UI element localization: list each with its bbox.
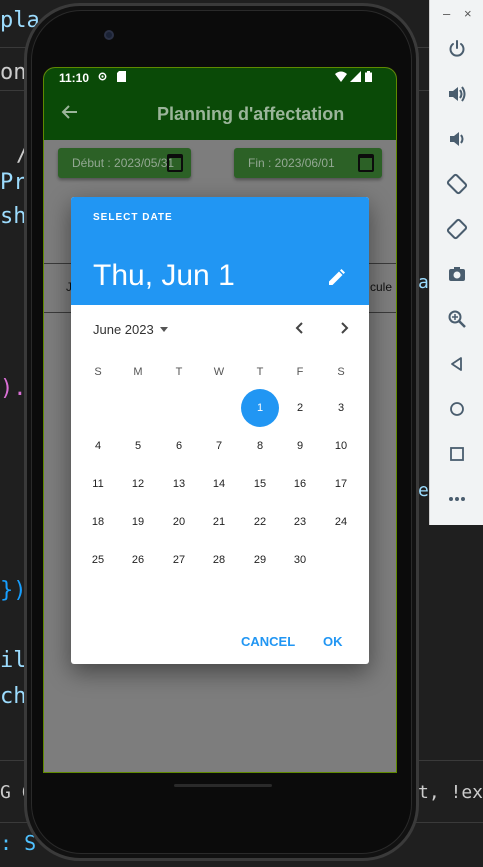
calendar-day[interactable]: 16 <box>281 465 319 503</box>
start-date-label: Début : 2023/05/31 <box>72 156 175 170</box>
ide-code-line: Pr <box>0 170 27 195</box>
ide-right-fragment: e <box>418 480 429 501</box>
status-time: 11:10 <box>59 71 90 85</box>
weekday-label: S <box>94 366 102 378</box>
table-header-cell: cule <box>367 264 396 312</box>
calendar-day[interactable]: 13 <box>160 465 198 503</box>
weekday-label: W <box>213 366 225 378</box>
emulator-toolbar: – × <box>429 0 483 525</box>
gesture-bar[interactable] <box>174 784 272 787</box>
weekday-label: T <box>175 366 183 378</box>
chevron-right-icon[interactable] <box>337 321 351 335</box>
calendar-icon <box>358 154 374 172</box>
table-header-cell: J <box>44 264 72 312</box>
rotate-right-icon[interactable] <box>444 216 470 242</box>
toolbar-window-controls: – × <box>430 6 483 22</box>
android-status-bar: 11:10 <box>44 68 396 88</box>
weekday-label: F <box>296 366 304 378</box>
end-date-button[interactable]: Fin : 2023/06/01 <box>234 148 382 178</box>
calendar-day[interactable]: 26 <box>119 541 157 579</box>
volume-up-icon[interactable] <box>444 81 470 107</box>
calendar-day[interactable]: 17 <box>322 465 360 503</box>
close-button[interactable]: × <box>464 6 472 21</box>
calendar-day[interactable]: 19 <box>119 503 157 541</box>
calendar-day[interactable]: 27 <box>160 541 198 579</box>
home-icon[interactable] <box>444 396 470 422</box>
calendar-day[interactable]: 18 <box>79 503 117 541</box>
calendar-day[interactable]: 22 <box>241 503 279 541</box>
weekday-label: T <box>256 366 264 378</box>
calendar-day[interactable]: 15 <box>241 465 279 503</box>
end-date-label: Fin : 2023/06/01 <box>248 156 335 170</box>
ide-code-line: il <box>0 648 27 673</box>
date-picker-header: SELECT DATE Thu, Jun 1 <box>71 197 369 305</box>
start-date-button[interactable]: Début : 2023/05/31 <box>58 148 191 178</box>
calendar-day[interactable]: 23 <box>281 503 319 541</box>
battery-icon <box>365 71 372 85</box>
dropdown-arrow-icon[interactable] <box>160 327 168 332</box>
month-navigation: June 2023 <box>71 305 369 351</box>
calendar-day[interactable]: 7 <box>200 427 238 465</box>
ok-button[interactable]: OK <box>323 634 343 649</box>
calendar-day[interactable]: 12 <box>119 465 157 503</box>
calendar-day[interactable]: 28 <box>200 541 238 579</box>
help-text: SELECT DATE <box>93 212 173 223</box>
overview-icon[interactable] <box>444 441 470 467</box>
rotate-left-icon[interactable] <box>444 171 470 197</box>
back-arrow-icon[interactable] <box>60 102 82 124</box>
minimize-button[interactable]: – <box>443 6 450 21</box>
page-title: Planning d'affectation <box>157 104 345 124</box>
app-bar: Planning d'affectation <box>44 88 396 140</box>
month-year-selector[interactable]: June 2023 <box>93 322 154 337</box>
calendar-day[interactable]: 20 <box>160 503 198 541</box>
front-camera-icon <box>104 30 114 40</box>
camera-icon[interactable] <box>444 261 470 287</box>
wifi-icon <box>335 71 347 85</box>
weekday-label: S <box>337 366 345 378</box>
zoom-icon[interactable] <box>444 306 470 332</box>
settings-status-icon <box>97 71 108 85</box>
calendar-day[interactable]: 21 <box>200 503 238 541</box>
calendar-day[interactable]: 25 <box>79 541 117 579</box>
sd-card-icon <box>117 71 126 85</box>
ide-right-fragment: t, !excl <box>418 782 483 803</box>
calendar-day[interactable]: 4 <box>79 427 117 465</box>
selected-day[interactable]: 1 <box>241 389 279 427</box>
calendar-day[interactable]: 29 <box>241 541 279 579</box>
weekday-label: M <box>133 366 143 378</box>
calendar-day[interactable]: 30 <box>281 541 319 579</box>
ide-code-line: }) <box>0 578 27 603</box>
selected-date: Thu, Jun 1 <box>93 259 235 292</box>
ide-status-text: : S <box>0 831 37 855</box>
volume-down-icon[interactable] <box>444 126 470 152</box>
chevron-left-icon[interactable] <box>293 321 307 335</box>
ide-code-line: ch <box>0 684 27 709</box>
calendar-icon <box>167 154 183 172</box>
calendar-day[interactable]: 24 <box>322 503 360 541</box>
power-icon[interactable] <box>444 36 470 62</box>
calendar-day[interactable]: 11 <box>79 465 117 503</box>
signal-icon <box>350 71 361 85</box>
calendar-day[interactable]: 3 <box>322 389 360 427</box>
calendar-day[interactable]: 5 <box>119 427 157 465</box>
ide-code-line: on <box>0 60 27 85</box>
date-picker-dialog: SELECT DATE Thu, Jun 1 June 2023 S M T W T F S… <box>71 197 369 664</box>
calendar-day[interactable]: 8 <box>241 427 279 465</box>
edit-pencil-icon[interactable] <box>327 269 345 287</box>
calendar-day[interactable]: 14 <box>200 465 238 503</box>
back-icon[interactable] <box>444 351 470 377</box>
ide-right-fragment: a <box>418 272 429 293</box>
calendar-day[interactable]: 9 <box>281 427 319 465</box>
ide-code-line: ). <box>0 376 27 401</box>
more-icon[interactable] <box>444 486 470 512</box>
calendar-day[interactable]: 10 <box>322 427 360 465</box>
calendar-day[interactable]: 6 <box>160 427 198 465</box>
ide-code-line: sh <box>0 204 27 229</box>
cancel-button[interactable]: CANCEL <box>241 634 295 649</box>
calendar-day[interactable]: 2 <box>281 389 319 427</box>
